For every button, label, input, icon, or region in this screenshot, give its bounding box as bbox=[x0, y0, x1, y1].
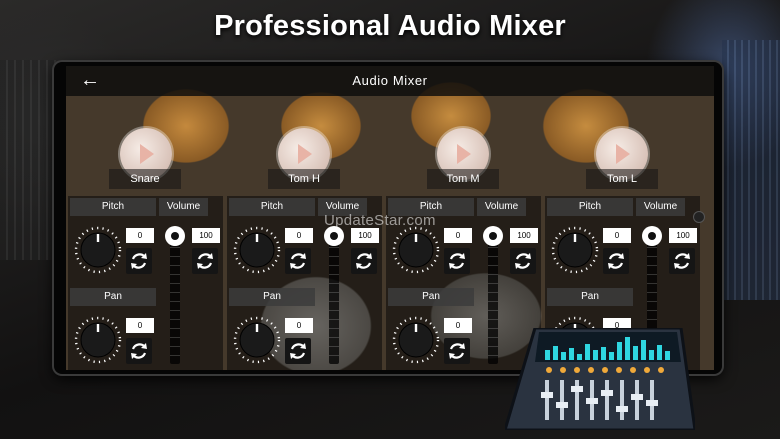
pitch-value[interactable]: 0 bbox=[126, 228, 154, 243]
volume-label: Volume bbox=[477, 198, 526, 216]
pitch-knob[interactable] bbox=[392, 226, 440, 274]
pan-knob[interactable] bbox=[74, 316, 122, 364]
reset-volume-button[interactable] bbox=[510, 248, 536, 274]
app-bar: ← Audio Mixer bbox=[66, 66, 714, 96]
app-title: Audio Mixer bbox=[352, 73, 428, 88]
reset-pitch-button[interactable] bbox=[603, 248, 629, 274]
pan-label: Pan bbox=[70, 288, 156, 306]
refresh-icon bbox=[449, 343, 465, 359]
mixer-console-icon bbox=[505, 328, 695, 430]
volume-value[interactable]: 100 bbox=[669, 228, 697, 243]
pitch-label: Pitch bbox=[547, 198, 633, 216]
reset-pan-button[interactable] bbox=[126, 338, 152, 364]
volume-label: Volume bbox=[636, 198, 685, 216]
reset-volume-button[interactable] bbox=[192, 248, 218, 274]
pan-value[interactable]: 0 bbox=[126, 318, 154, 333]
pan-knob[interactable] bbox=[392, 316, 440, 364]
watermark-text: UpdateStar.com bbox=[324, 212, 436, 229]
pan-knob[interactable] bbox=[233, 316, 281, 364]
background-mixing-desk-right bbox=[722, 40, 780, 300]
refresh-icon bbox=[131, 253, 147, 269]
pitch-value[interactable]: 0 bbox=[603, 228, 631, 243]
promo-headline: Professional Audio Mixer bbox=[214, 10, 566, 42]
volume-value[interactable]: 100 bbox=[510, 228, 538, 243]
channel-name: Tom M bbox=[427, 169, 499, 189]
pan-value[interactable]: 0 bbox=[285, 318, 313, 333]
channel-name: Snare bbox=[109, 169, 181, 189]
refresh-icon bbox=[356, 253, 372, 269]
scroll-indicator[interactable] bbox=[694, 212, 704, 222]
refresh-icon bbox=[608, 253, 624, 269]
reset-pan-button[interactable] bbox=[285, 338, 311, 364]
refresh-icon bbox=[290, 343, 306, 359]
reset-pitch-button[interactable] bbox=[285, 248, 311, 274]
pitch-knob[interactable] bbox=[74, 226, 122, 274]
play-icon bbox=[140, 144, 154, 164]
pitch-value[interactable]: 0 bbox=[285, 228, 313, 243]
background-mixing-desk bbox=[0, 60, 56, 260]
refresh-icon bbox=[131, 343, 147, 359]
play-icon bbox=[457, 144, 471, 164]
pan-label: Pan bbox=[547, 288, 633, 306]
volume-slider-thumb[interactable] bbox=[165, 226, 185, 246]
reset-pan-button[interactable] bbox=[444, 338, 470, 364]
volume-slider-track[interactable] bbox=[329, 236, 339, 364]
volume-slider-thumb[interactable] bbox=[642, 226, 662, 246]
volume-slider-track[interactable] bbox=[488, 236, 498, 364]
pan-label: Pan bbox=[229, 288, 315, 306]
volume-slider-track[interactable] bbox=[170, 236, 180, 364]
pan-value[interactable]: 0 bbox=[444, 318, 472, 333]
pitch-label: Pitch bbox=[70, 198, 156, 216]
volume-label: Volume bbox=[159, 198, 208, 216]
refresh-icon bbox=[674, 253, 690, 269]
play-icon bbox=[298, 144, 312, 164]
pitch-knob[interactable] bbox=[551, 226, 599, 274]
pitch-value[interactable]: 0 bbox=[444, 228, 472, 243]
volume-slider-thumb[interactable] bbox=[324, 226, 344, 246]
pitch-label: Pitch bbox=[229, 198, 315, 216]
channel-name: Tom H bbox=[268, 169, 340, 189]
reset-pitch-button[interactable] bbox=[444, 248, 470, 274]
refresh-icon bbox=[290, 253, 306, 269]
volume-value[interactable]: 100 bbox=[192, 228, 220, 243]
volume-slider-thumb[interactable] bbox=[483, 226, 503, 246]
play-icon bbox=[616, 144, 630, 164]
refresh-icon bbox=[449, 253, 465, 269]
volume-value[interactable]: 100 bbox=[351, 228, 379, 243]
reset-pitch-button[interactable] bbox=[126, 248, 152, 274]
channel-name: Tom L bbox=[586, 169, 658, 189]
reset-volume-button[interactable] bbox=[351, 248, 377, 274]
reset-volume-button[interactable] bbox=[669, 248, 695, 274]
pitch-knob[interactable] bbox=[233, 226, 281, 274]
pan-label: Pan bbox=[388, 288, 474, 306]
refresh-icon bbox=[515, 253, 531, 269]
refresh-icon bbox=[197, 253, 213, 269]
